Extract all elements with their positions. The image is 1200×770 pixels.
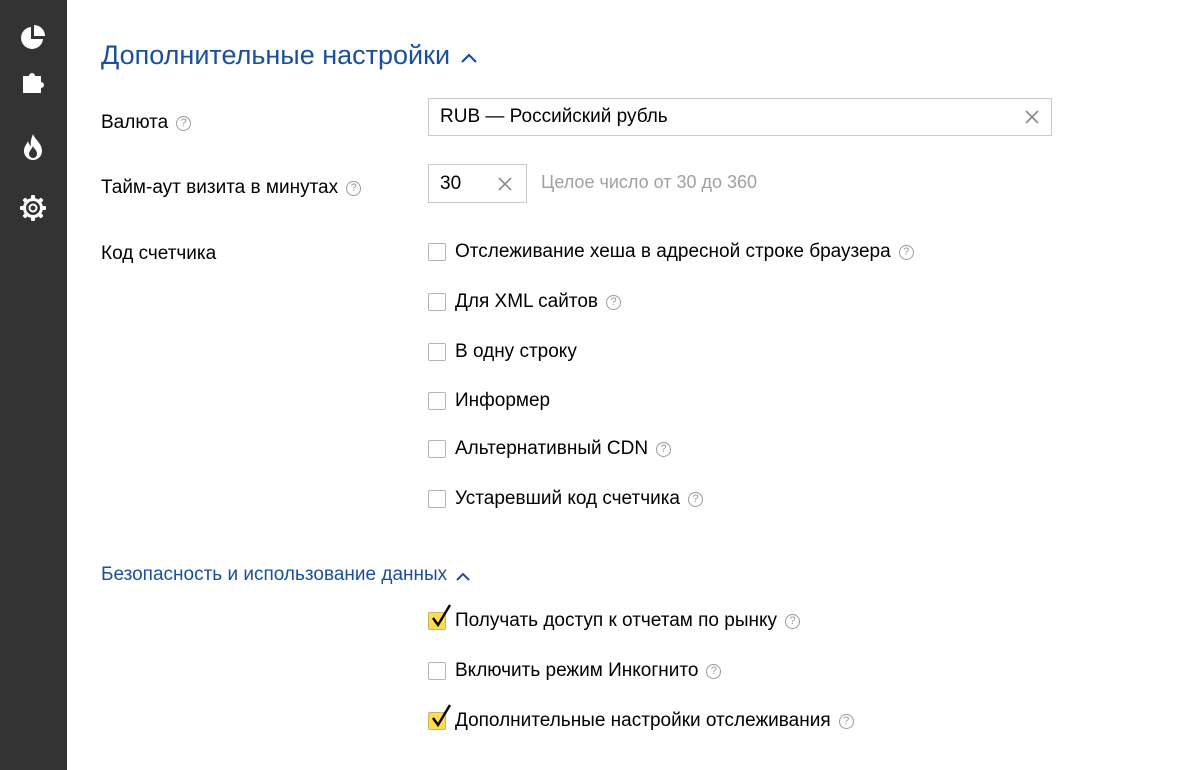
settings-panel: Дополнительные настройки Валюта ? RUB — … — [67, 0, 1200, 770]
checkbox[interactable] — [428, 490, 446, 508]
checkbox-label: Включить режим Инкогнито — [455, 660, 699, 681]
checkmark-icon — [432, 704, 452, 728]
checkbox-checked[interactable] — [428, 604, 452, 630]
checkbox[interactable] — [428, 440, 446, 458]
counter-code-label: Код счетчика — [101, 243, 217, 264]
checkbox-hash-tracking[interactable]: Отслеживание хеша в адресной строке брау… — [428, 241, 914, 263]
help-icon[interactable]: ? — [176, 115, 192, 131]
checkbox-market-reports[interactable]: Получать доступ к отчетам по рынку ? — [428, 604, 801, 632]
close-icon — [1025, 110, 1039, 124]
timeout-field[interactable] — [428, 164, 527, 203]
checkbox-xml-sites[interactable]: Для XML сайтов ? — [428, 291, 621, 313]
checkbox-extra-tracking[interactable]: Дополнительные настройки отслеживания ? — [428, 704, 854, 732]
subsection-title: Безопасность и использование данных — [101, 564, 448, 585]
flame-icon[interactable] — [17, 131, 49, 163]
help-icon[interactable]: ? — [838, 713, 854, 729]
help-icon[interactable]: ? — [785, 613, 801, 629]
section-title: Дополнительные настройки — [101, 40, 451, 70]
checkbox-label: Устаревший код счетчика — [455, 488, 681, 509]
help-icon[interactable]: ? — [656, 441, 672, 457]
help-icon[interactable]: ? — [346, 180, 362, 196]
currency-row-label: Валюта ? — [101, 112, 192, 134]
help-icon[interactable]: ? — [898, 244, 914, 260]
checkbox[interactable] — [428, 243, 446, 261]
security-section-toggle[interactable]: Безопасность и использование данных — [101, 564, 471, 586]
advanced-settings-toggle[interactable]: Дополнительные настройки — [101, 40, 478, 71]
close-icon — [498, 176, 512, 191]
checkbox-label: Отслеживание хеша в адресной строке брау… — [455, 241, 891, 262]
checkbox[interactable] — [428, 662, 446, 680]
timeout-input[interactable] — [440, 172, 490, 195]
checkbox[interactable] — [428, 392, 446, 410]
timeout-label: Тайм-аут визита в минутах — [101, 177, 339, 198]
checkbox-one-line[interactable]: В одну строку — [428, 341, 577, 363]
timeout-row-label: Тайм-аут визита в минутах ? — [101, 177, 362, 199]
checkbox-label: Дополнительные настройки отслеживания — [455, 710, 831, 731]
checkbox[interactable] — [428, 293, 446, 311]
checkbox[interactable] — [428, 343, 446, 361]
checkbox-label: Информер — [455, 390, 551, 411]
clear-timeout-button[interactable] — [490, 166, 520, 202]
puzzle-icon[interactable] — [17, 65, 49, 97]
checkbox-label: Для XML сайтов — [455, 291, 598, 312]
checkmark-icon — [432, 604, 452, 628]
sidebar — [0, 0, 67, 770]
clear-currency-button[interactable] — [1013, 99, 1051, 135]
currency-select[interactable]: RUB — Российский рубль — [428, 98, 1052, 136]
chevron-up-icon — [456, 572, 470, 581]
checkbox-informer[interactable]: Информер — [428, 390, 550, 412]
help-icon[interactable]: ? — [688, 491, 704, 507]
checkbox-legacy-code[interactable]: Устаревший код счетчика ? — [428, 488, 704, 510]
checkbox-label: Получать доступ к отчетам по рынку — [455, 610, 778, 631]
help-icon[interactable]: ? — [706, 663, 722, 679]
checkbox-incognito[interactable]: Включить режим Инкогнито ? — [428, 660, 722, 682]
checkbox-alt-cdn[interactable]: Альтернативный CDN ? — [428, 438, 672, 460]
pie-chart-icon[interactable] — [17, 21, 49, 53]
checkbox-label: Альтернативный CDN — [455, 438, 649, 459]
currency-value: RUB — Российский рубль — [440, 106, 668, 127]
checkbox-checked[interactable] — [428, 704, 452, 730]
timeout-hint: Целое число от 30 до 360 — [541, 172, 758, 192]
help-icon[interactable]: ? — [606, 294, 621, 310]
chevron-up-icon — [461, 52, 477, 63]
gear-icon[interactable] — [17, 192, 49, 224]
currency-label: Валюта — [101, 112, 169, 133]
checkbox-label: В одну строку — [455, 341, 577, 362]
